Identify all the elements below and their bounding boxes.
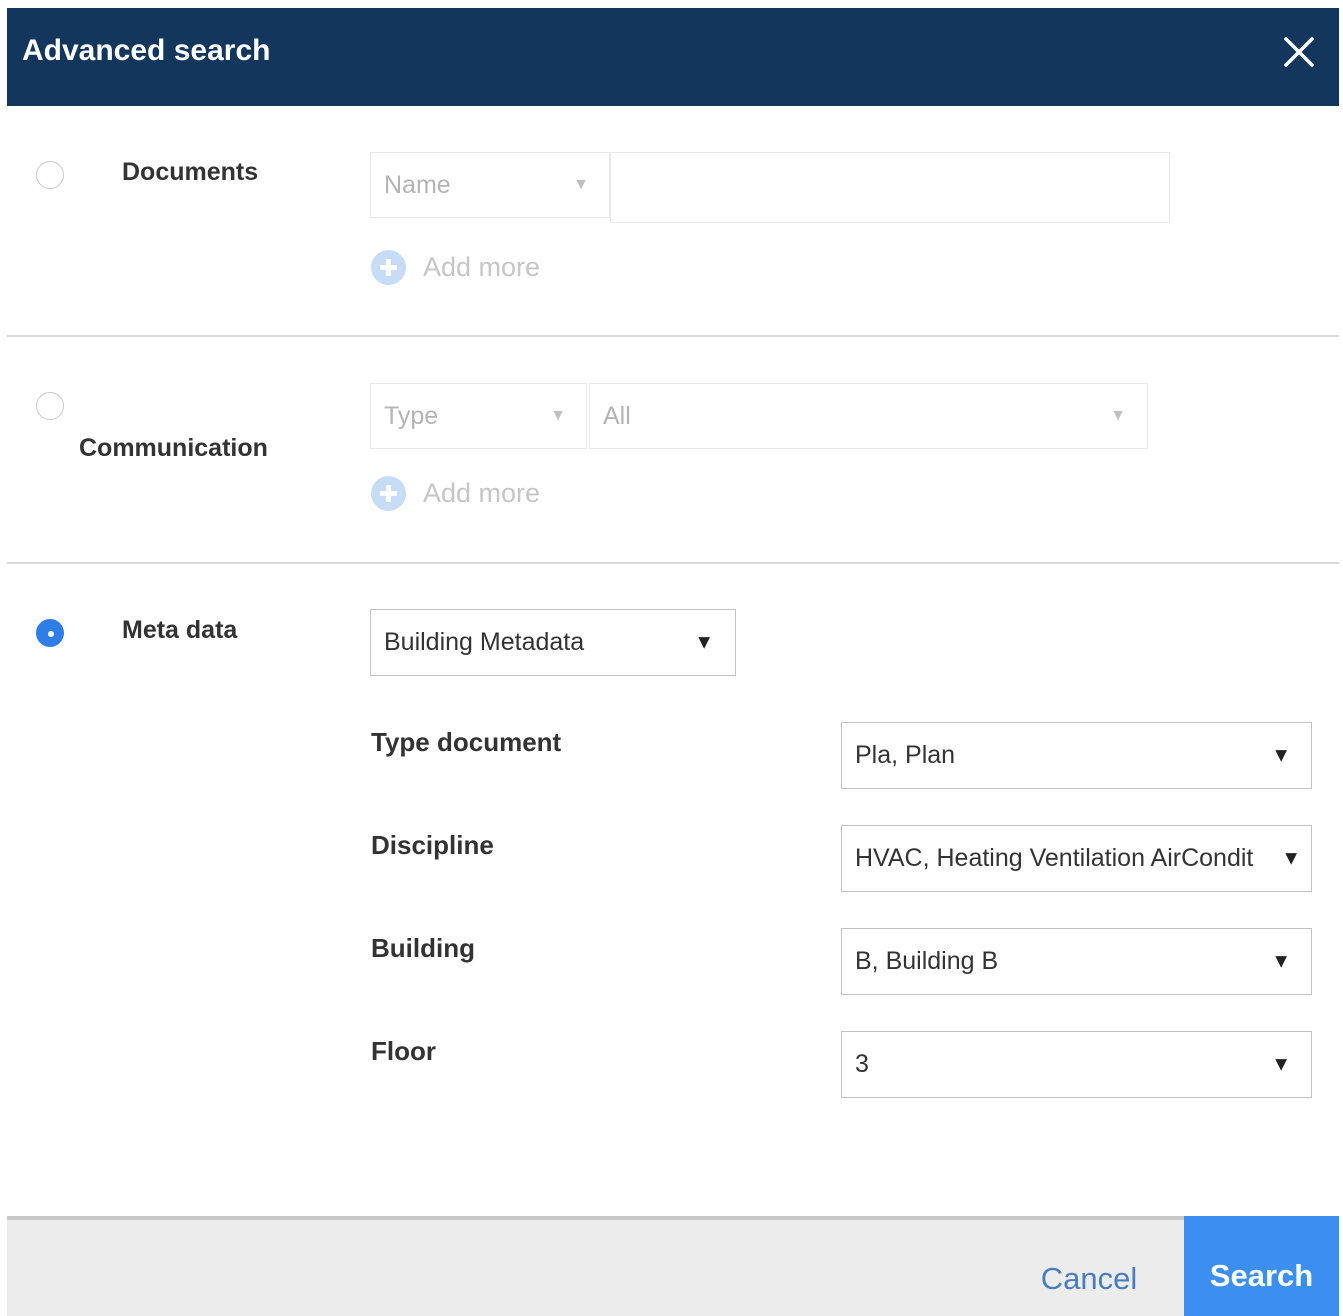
- building-select-value: B, Building B: [855, 947, 999, 975]
- metadata-label: Meta data: [122, 616, 238, 644]
- discipline-select-value: HVAC, Heating Ventilation AirCondit: [855, 844, 1254, 872]
- advanced-search-dialog: Advanced search Documents Name ▼ Add mor…: [7, 8, 1339, 1316]
- metadata-scheme-select-value: Building Metadata: [384, 628, 585, 656]
- dialog-header: Advanced search: [7, 8, 1339, 106]
- search-button[interactable]: Search: [1184, 1216, 1339, 1316]
- dialog-footer: Cancel Search: [7, 1216, 1339, 1316]
- communication-type-select[interactable]: Type ▼: [370, 383, 587, 449]
- type-document-select[interactable]: Pla, Plan ▼: [841, 722, 1312, 789]
- building-select[interactable]: B, Building B ▼: [841, 928, 1312, 995]
- communication-add-more-button[interactable]: Add more: [371, 476, 540, 511]
- chevron-down-icon: ▼: [1271, 744, 1291, 766]
- documents-search-input[interactable]: [610, 152, 1170, 223]
- section-divider: [7, 562, 1339, 564]
- chevron-down-icon: ▼: [1110, 407, 1126, 424]
- plus-circle-icon: [371, 476, 406, 511]
- floor-select-value: 3: [855, 1050, 869, 1078]
- close-icon[interactable]: [1283, 36, 1315, 68]
- chevron-down-icon: ▼: [1271, 950, 1291, 972]
- documents-radio[interactable]: [36, 161, 64, 189]
- communication-type-select-value: Type: [384, 401, 439, 430]
- communication-value-select[interactable]: All ▼: [589, 383, 1148, 449]
- communication-radio[interactable]: [36, 392, 64, 420]
- discipline-select[interactable]: HVAC, Heating Ventilation AirCondit ▼: [841, 825, 1312, 892]
- floor-select[interactable]: 3 ▼: [841, 1031, 1312, 1098]
- type-document-select-value: Pla, Plan: [855, 741, 956, 769]
- metadata-scheme-select[interactable]: Building Metadata ▼: [370, 609, 736, 676]
- chevron-down-icon: ▼: [694, 631, 714, 653]
- communication-add-more-label: Add more: [423, 478, 541, 508]
- chevron-down-icon: ▼: [1271, 1053, 1291, 1075]
- communication-label: Communication: [79, 434, 268, 462]
- building-label: Building: [371, 933, 475, 963]
- documents-label: Documents: [122, 158, 259, 186]
- discipline-label: Discipline: [371, 830, 494, 860]
- chevron-down-icon: ▼: [1281, 847, 1301, 869]
- chevron-down-icon: ▼: [573, 176, 589, 193]
- chevron-down-icon: ▼: [550, 407, 566, 424]
- cancel-button[interactable]: Cancel: [1027, 1220, 1151, 1316]
- dialog-title: Advanced search: [22, 34, 271, 67]
- documents-field-select-value: Name: [384, 170, 451, 199]
- metadata-radio[interactable]: [36, 619, 64, 647]
- documents-field-select[interactable]: Name ▼: [370, 152, 610, 218]
- section-divider: [7, 335, 1339, 337]
- documents-add-more-button[interactable]: Add more: [371, 250, 540, 285]
- communication-value-select-value: All: [603, 401, 631, 430]
- documents-add-more-label: Add more: [423, 252, 541, 282]
- type-document-label: Type document: [371, 727, 562, 757]
- plus-circle-icon: [371, 250, 406, 285]
- floor-label: Floor: [371, 1036, 436, 1066]
